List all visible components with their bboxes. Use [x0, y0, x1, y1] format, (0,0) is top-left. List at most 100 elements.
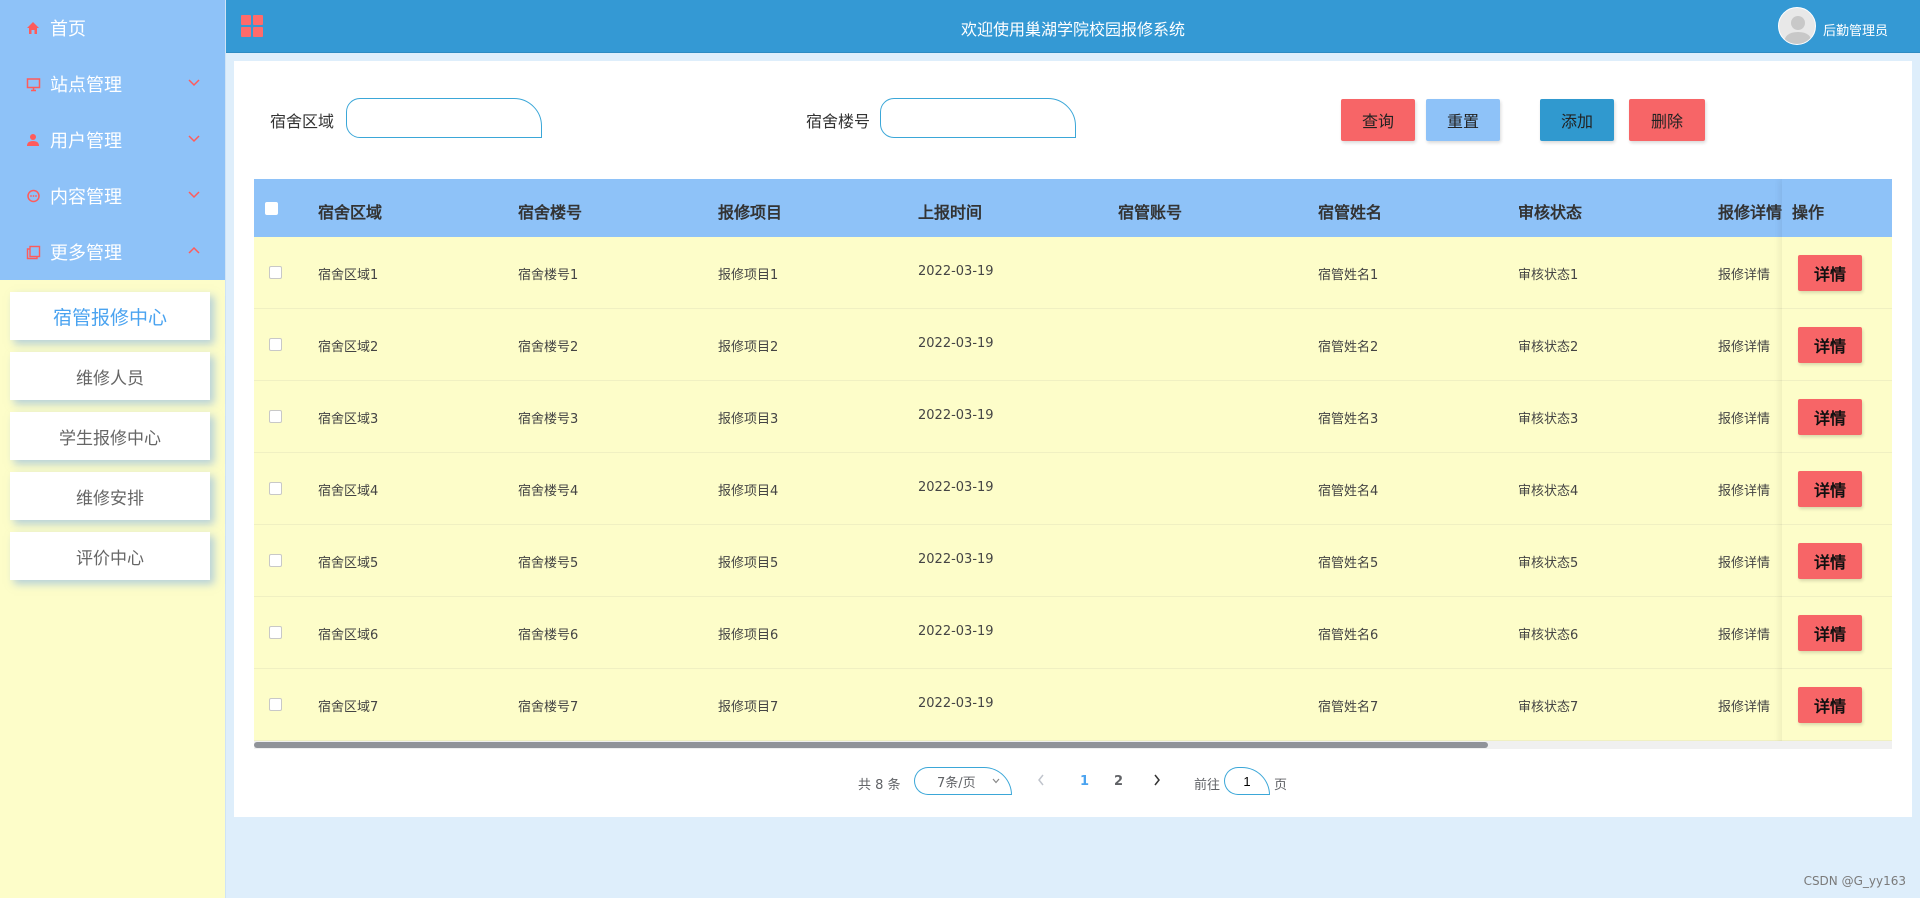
- table-row: 宿舍区域4 宿舍楼号4 报修项目4 2022-03-19 宿管姓名4 审核状态4 报修详情: [254, 453, 1892, 525]
- cell-repair-detail: 报修详情: [1718, 700, 1771, 715]
- data-table: 宿舍区域 宿舍楼号 报修项目 上报时间 宿管账号 宿管姓名 审核状态 报修详情 …: [254, 179, 1892, 749]
- operation-cell: 详情: [1782, 453, 1892, 525]
- operation-cell: 详情: [1782, 309, 1892, 381]
- menu-item-label: 首页: [50, 19, 86, 40]
- reset-button[interactable]: 重置: [1426, 99, 1500, 141]
- row-checkbox[interactable]: [269, 410, 282, 423]
- cell-report-time: 2022-03-19: [918, 552, 994, 567]
- cell-manager-name: 宿管姓名3: [1318, 412, 1379, 427]
- cell-review-status: 审核状态5: [1518, 556, 1579, 571]
- next-page-button[interactable]: [1152, 773, 1162, 791]
- cell-repair-item: 报修项目5: [718, 556, 779, 571]
- column-header-review-status: 审核状态: [1518, 203, 1583, 222]
- cell-manager-name: 宿管姓名5: [1318, 556, 1379, 571]
- row-checkbox[interactable]: [269, 698, 282, 711]
- chevron-up-icon: [188, 246, 200, 254]
- detail-button[interactable]: 详情: [1798, 327, 1862, 363]
- cell-dorm-building: 宿舍楼号3: [518, 412, 579, 427]
- cell-review-status: 审核状态3: [1518, 412, 1579, 427]
- cell-manager-name: 宿管姓名1: [1318, 268, 1379, 283]
- column-header-manager-name: 宿管姓名: [1318, 203, 1383, 222]
- column-header-dorm-area: 宿舍区域: [318, 203, 383, 222]
- column-header-repair-detail: 报修详情: [1718, 203, 1783, 222]
- submenu-item-dorm-repair-center[interactable]: 宿管报修中心: [10, 292, 210, 340]
- operation-column-header: 操作: [1782, 179, 1892, 237]
- goto-label: 前往: [1194, 778, 1221, 793]
- detail-button[interactable]: 详情: [1798, 471, 1862, 507]
- table-row: 宿舍区域5 宿舍楼号5 报修项目5 2022-03-19 宿管姓名5 审核状态5 报修详情: [254, 525, 1892, 597]
- cell-dorm-building: 宿舍楼号5: [518, 556, 579, 571]
- home-icon: [24, 19, 42, 37]
- cell-review-status: 审核状态1: [1518, 268, 1579, 283]
- select-all-checkbox[interactable]: [265, 202, 278, 215]
- cell-review-status: 审核状态6: [1518, 628, 1579, 643]
- cell-repair-item: 报修项目7: [718, 700, 779, 715]
- query-button[interactable]: 查询: [1341, 99, 1415, 141]
- cell-report-time: 2022-03-19: [918, 624, 994, 639]
- menu-item-more[interactable]: 更多管理: [0, 224, 225, 280]
- column-header-manager-account: 宿管账号: [1118, 203, 1183, 222]
- horizontal-scrollbar[interactable]: [254, 741, 1892, 749]
- operation-column: 操作 详情 详情 详情 详情 详情 详情 详情: [1782, 179, 1892, 749]
- menu-item-users[interactable]: 用户管理: [0, 112, 225, 168]
- row-checkbox[interactable]: [269, 338, 282, 351]
- cell-report-time: 2022-03-19: [918, 336, 994, 351]
- menu-item-label: 更多管理: [50, 243, 122, 264]
- cell-dorm-area: 宿舍区域2: [318, 340, 379, 355]
- page-number-2[interactable]: 2: [1114, 774, 1123, 789]
- submenu-item-repair-staff[interactable]: 维修人员: [10, 352, 210, 400]
- table-row: 宿舍区域2 宿舍楼号2 报修项目2 2022-03-19 宿管姓名2 审核状态2 报修详情: [254, 309, 1892, 381]
- cell-repair-item: 报修项目4: [718, 484, 779, 499]
- menu-item-label: 内容管理: [50, 187, 122, 208]
- cell-repair-item: 报修项目2: [718, 340, 779, 355]
- row-checkbox[interactable]: [269, 554, 282, 567]
- prev-page-button[interactable]: [1036, 773, 1046, 791]
- row-checkbox[interactable]: [269, 266, 282, 279]
- detail-button[interactable]: 详情: [1798, 399, 1862, 435]
- detail-button[interactable]: 详情: [1798, 543, 1862, 579]
- goto-page-input[interactable]: [1224, 767, 1270, 795]
- menu-item-label: 用户管理: [50, 131, 122, 152]
- cell-dorm-building: 宿舍楼号7: [518, 700, 579, 715]
- sidebar: 首页 站点管理 用户管理 内容管理 更多管理 宿管报修中心 维修人员 学生报修中…: [0, 0, 226, 898]
- cell-repair-detail: 报修详情: [1718, 412, 1771, 427]
- user-icon: [24, 131, 42, 149]
- detail-button[interactable]: 详情: [1798, 255, 1862, 291]
- cell-repair-detail: 报修详情: [1718, 556, 1771, 571]
- scrollbar-thumb[interactable]: [254, 742, 1488, 748]
- row-checkbox[interactable]: [269, 482, 282, 495]
- cell-repair-detail: 报修详情: [1718, 628, 1771, 643]
- chevron-down-icon: [992, 778, 1000, 784]
- cell-report-time: 2022-03-19: [918, 408, 994, 423]
- user-name[interactable]: 后勤管理员: [1823, 20, 1888, 39]
- copy-icon: [24, 243, 42, 261]
- monitor-icon: [24, 75, 42, 93]
- table-row: 宿舍区域3 宿舍楼号3 报修项目3 2022-03-19 宿管姓名3 审核状态3 报修详情: [254, 381, 1892, 453]
- delete-button[interactable]: 删除: [1629, 99, 1705, 141]
- cell-repair-item: 报修项目3: [718, 412, 779, 427]
- cell-repair-detail: 报修详情: [1718, 268, 1771, 283]
- cell-dorm-building: 宿舍楼号1: [518, 268, 579, 283]
- page-number-1[interactable]: 1: [1080, 774, 1089, 789]
- submenu-item-repair-schedule[interactable]: 维修安排: [10, 472, 210, 520]
- table-row: 宿舍区域6 宿舍楼号6 报修项目6 2022-03-19 宿管姓名6 审核状态6 报修详情: [254, 597, 1892, 669]
- submenu-more: 宿管报修中心 维修人员 学生报修中心 维修安排 评价中心: [0, 280, 225, 602]
- detail-button[interactable]: 详情: [1798, 687, 1862, 723]
- page-size-select[interactable]: 7条/页: [914, 767, 1012, 795]
- cell-dorm-building: 宿舍楼号6: [518, 628, 579, 643]
- menu-item-home[interactable]: 首页: [0, 0, 225, 56]
- side-menu: 首页 站点管理 用户管理 内容管理 更多管理: [0, 0, 225, 280]
- avatar[interactable]: [1778, 7, 1816, 45]
- submenu-item-evaluation-center[interactable]: 评价中心: [10, 532, 210, 580]
- cell-manager-name: 宿管姓名7: [1318, 700, 1379, 715]
- menu-item-site[interactable]: 站点管理: [0, 56, 225, 112]
- add-button[interactable]: 添加: [1540, 99, 1614, 141]
- dorm-building-input[interactable]: [880, 98, 1076, 138]
- detail-button[interactable]: 详情: [1798, 615, 1862, 651]
- menu-item-content[interactable]: 内容管理: [0, 168, 225, 224]
- row-checkbox[interactable]: [269, 626, 282, 639]
- submenu-item-student-repair-center[interactable]: 学生报修中心: [10, 412, 210, 460]
- cell-dorm-building: 宿舍楼号2: [518, 340, 579, 355]
- cell-report-time: 2022-03-19: [918, 696, 994, 711]
- dorm-area-input[interactable]: [346, 98, 542, 138]
